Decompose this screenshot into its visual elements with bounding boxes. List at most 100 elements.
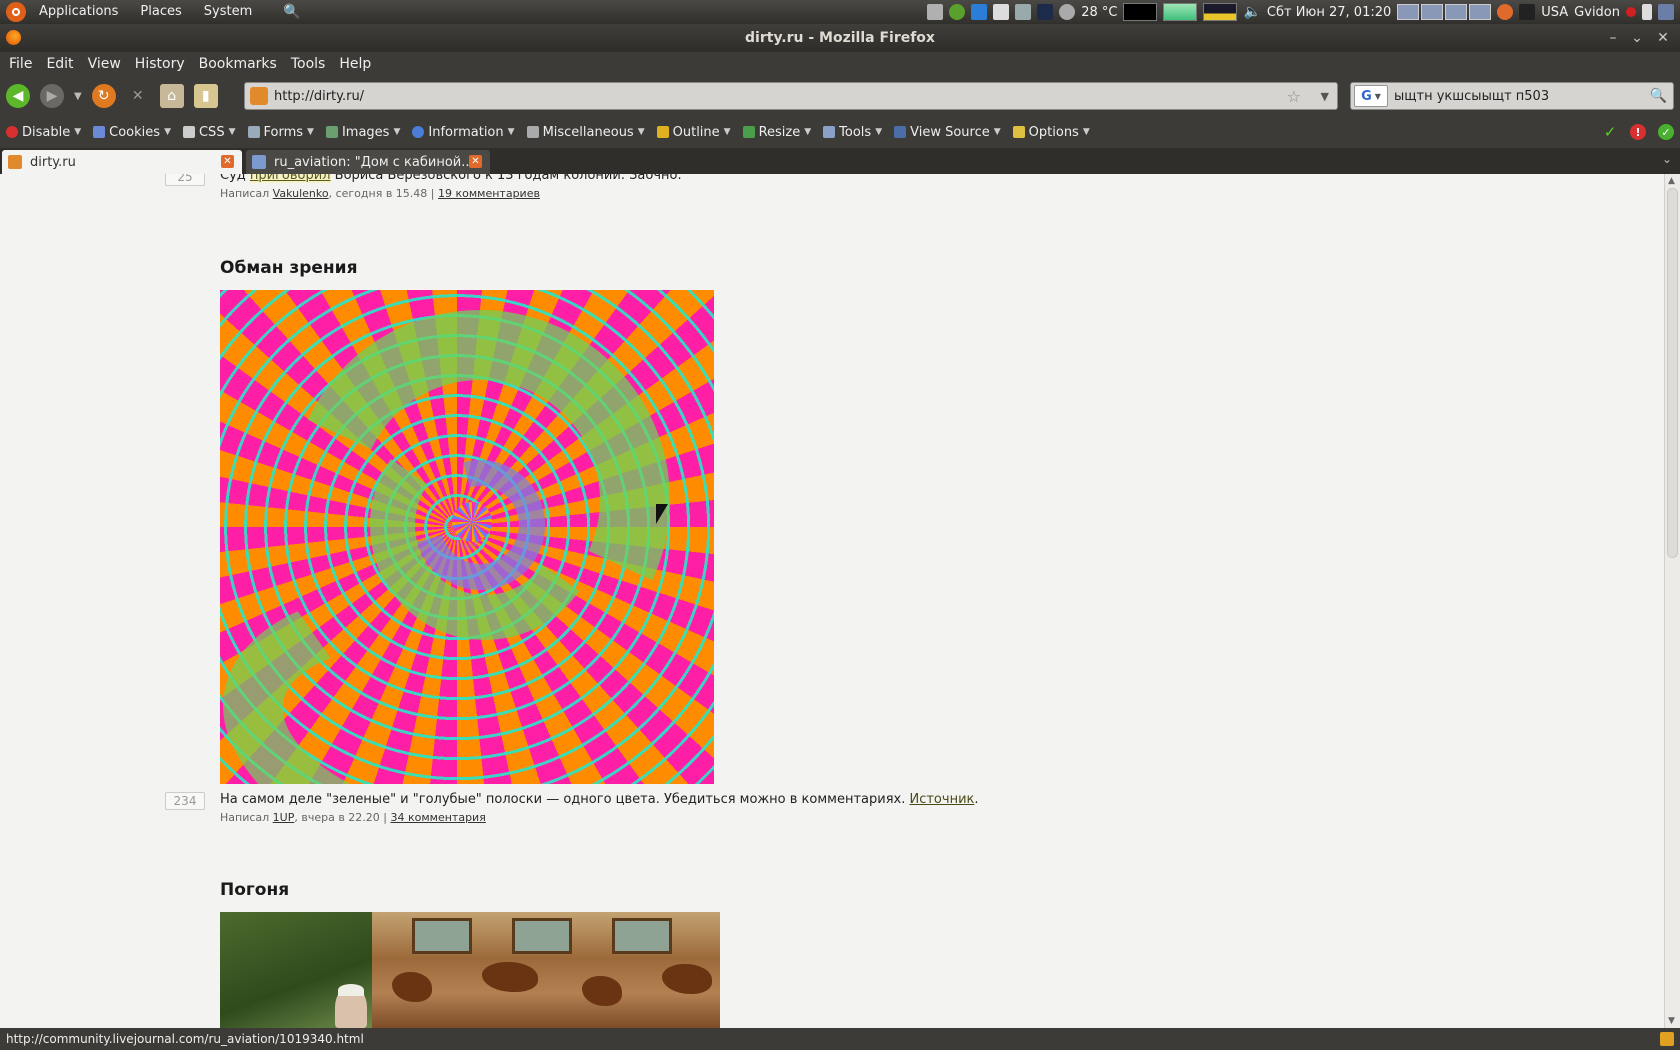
css-valid-icon[interactable]: ✓	[1602, 123, 1618, 141]
close-icon[interactable]: ✕	[1652, 27, 1674, 49]
status-icon[interactable]	[1626, 7, 1636, 17]
bus-window	[512, 918, 572, 954]
workspace-switcher[interactable]	[1397, 4, 1492, 20]
tab-dirty[interactable]: dirty.ru ✕	[2, 150, 242, 174]
url-text[interactable]: http://dirty.ru/	[274, 89, 364, 104]
search-bar[interactable]: G ▼ ыщтн укшсыыщт п503 🔍	[1350, 82, 1674, 110]
post-vote-count[interactable]: 25	[165, 174, 205, 186]
tab-ru-aviation[interactable]: ru_aviation: "Дом с кабиной... ✕	[246, 150, 490, 174]
post-link[interactable]: приговорил	[249, 174, 331, 183]
dev-tools-menu[interactable]: Tools ▼	[823, 125, 882, 140]
forward-button[interactable]: ▶	[40, 84, 64, 108]
home-button[interactable]: ⌂	[159, 84, 184, 108]
tab-favicon-icon	[252, 155, 266, 169]
search-go-icon[interactable]: 🔍	[1650, 88, 1667, 104]
images-icon	[325, 126, 338, 138]
bluetooth-icon[interactable]	[1037, 4, 1054, 20]
tab-close-icon[interactable]: ✕	[221, 155, 234, 168]
window-title: dirty.ru - Mozilla Firefox	[745, 30, 935, 46]
dev-options-menu[interactable]: Options ▼	[1012, 125, 1090, 140]
bookmark-star-icon[interactable]: ☆	[1287, 87, 1301, 106]
menu-help[interactable]: Help	[332, 56, 378, 72]
photo-rusty-bus	[372, 912, 720, 1028]
panel-menu-system[interactable]: System	[193, 0, 263, 24]
display-icon[interactable]	[1015, 4, 1032, 20]
bookmarks-button[interactable]: ▮	[193, 84, 218, 108]
edit-icon[interactable]	[1660, 1032, 1674, 1046]
menu-history[interactable]: History	[128, 56, 192, 72]
network-icon[interactable]	[927, 4, 944, 20]
window-list-item[interactable]	[1519, 4, 1536, 20]
post-title[interactable]: Обман зрения	[220, 258, 358, 278]
author-link[interactable]: 1UP	[273, 811, 295, 824]
scroll-down-icon[interactable]: ▼	[1668, 1016, 1675, 1026]
dev-miscellaneous-menu[interactable]: Miscellaneous ▼	[526, 125, 645, 140]
dev-cookies-menu[interactable]: Cookies ▼	[93, 125, 171, 140]
panel-menu-applications[interactable]: Applications	[28, 0, 129, 24]
dev-images-menu[interactable]: Images ▼	[325, 125, 400, 140]
rust-patch	[482, 962, 538, 992]
panel-menu-places[interactable]: Places	[129, 0, 192, 24]
illusion-core	[452, 502, 492, 542]
comments-link[interactable]: 34 комментария	[391, 811, 486, 824]
system-tray: 28 °C 🔈 Сбт Июн 27, 01:20 USA Gvidon	[927, 0, 1680, 24]
history-dropdown-icon[interactable]: ▼	[74, 91, 82, 102]
menu-view[interactable]: View	[81, 56, 128, 72]
show-desktop-icon[interactable]	[1658, 4, 1674, 20]
url-bar[interactable]: http://dirty.ru/ ☆ ▼	[244, 82, 1338, 110]
minimize-icon[interactable]: –	[1602, 27, 1624, 49]
site-favicon-icon	[250, 87, 268, 105]
weather-icon[interactable]	[1059, 4, 1076, 20]
post-text: Суд приговорил Бориса Березовского к 13 …	[220, 174, 682, 183]
tab-close-icon[interactable]: ✕	[469, 155, 482, 168]
search-input[interactable]: ыщтн укшсыыщт п503	[1394, 89, 1549, 104]
keyboard-layout[interactable]: USA	[1541, 5, 1568, 20]
post-photo[interactable]	[220, 912, 720, 1028]
menu-tools[interactable]: Tools	[284, 56, 333, 72]
scrollbar-thumb[interactable]	[1667, 188, 1678, 558]
css-icon	[182, 126, 195, 138]
list-all-tabs-icon[interactable]: ⌄	[1662, 152, 1672, 166]
memory-graph	[1163, 3, 1198, 21]
post-vote-count[interactable]: 234	[165, 792, 205, 810]
page-content: 25 Суд приговорил Бориса Березовского к …	[0, 174, 1664, 1028]
menu-edit[interactable]: Edit	[39, 56, 80, 72]
reload-button[interactable]: ↻	[91, 84, 116, 108]
search-engine-selector[interactable]: G ▼	[1354, 85, 1388, 107]
source-link[interactable]: Источник	[909, 792, 974, 807]
volume-icon[interactable]: 🔈	[1243, 4, 1260, 20]
clock[interactable]: Сбт Июн 27, 01:20	[1267, 5, 1391, 20]
search-icon[interactable]: 🔍	[283, 4, 300, 20]
error-icon[interactable]: !	[1630, 124, 1646, 140]
dev-outline-menu[interactable]: Outline ▼	[656, 125, 731, 140]
post-title[interactable]: Погоня	[220, 880, 289, 900]
stop-button[interactable]: ✕	[126, 84, 150, 108]
user-name[interactable]: Gvidon	[1574, 5, 1620, 20]
dev-disable-menu[interactable]: Disable ▼	[6, 125, 81, 140]
firefox-window-icon[interactable]	[1497, 4, 1514, 20]
menu-file[interactable]: File	[2, 56, 39, 72]
dev-view-source-menu[interactable]: View Source ▼	[894, 125, 1001, 140]
menu-bookmarks[interactable]: Bookmarks	[192, 56, 284, 72]
dev-information-menu[interactable]: Information ▼	[412, 125, 515, 140]
dev-resize-menu[interactable]: Resize ▼	[742, 125, 811, 140]
cookies-icon	[93, 126, 106, 138]
back-button[interactable]: ◀	[6, 84, 30, 108]
html-valid-icon[interactable]: ✓	[1658, 124, 1674, 140]
trash-icon[interactable]	[1642, 4, 1652, 20]
post-illusion: 234 На самом деле "зеленые" и "голубые" …	[165, 792, 979, 824]
dev-forms-menu[interactable]: Forms ▼	[247, 125, 314, 140]
disable-icon	[6, 126, 18, 138]
mail-icon[interactable]	[993, 4, 1010, 20]
dropbox-icon[interactable]	[971, 4, 988, 20]
author-link[interactable]: Vakulenko	[273, 187, 329, 200]
url-dropdown-icon[interactable]: ▼	[1321, 90, 1329, 103]
maximize-icon[interactable]: ⌄	[1626, 27, 1648, 49]
scroll-up-icon[interactable]: ▲	[1668, 176, 1675, 186]
optical-illusion-image[interactable]	[220, 290, 714, 784]
dev-css-menu[interactable]: CSS ▼	[182, 125, 236, 140]
update-icon[interactable]	[949, 4, 966, 20]
comments-link[interactable]: 19 комментариев	[438, 187, 540, 200]
vertical-scrollbar[interactable]: ▲ ▼	[1664, 174, 1680, 1028]
ubuntu-logo-icon[interactable]	[6, 2, 26, 22]
